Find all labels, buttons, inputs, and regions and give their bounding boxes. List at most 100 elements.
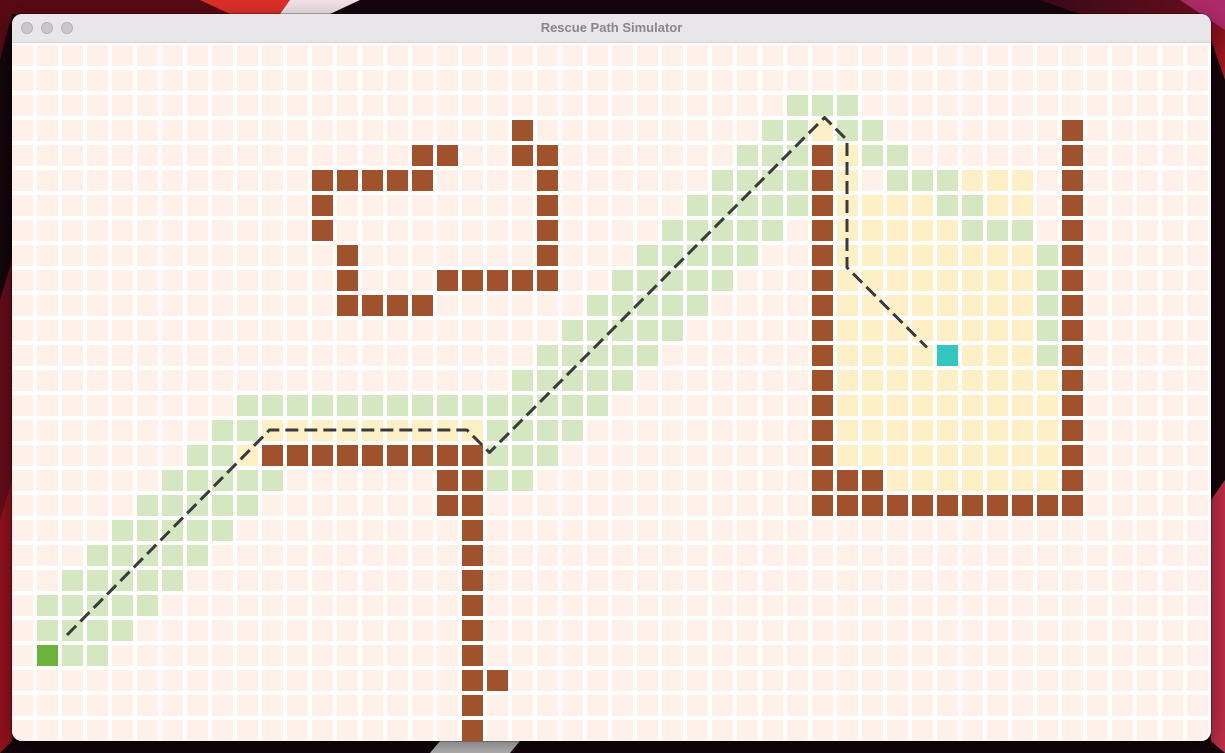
grid-cell[interactable]	[962, 720, 983, 741]
grid-cell[interactable]	[1137, 645, 1158, 666]
grid-cell[interactable]	[612, 445, 633, 466]
grid-cell[interactable]	[712, 620, 733, 641]
grid-cell[interactable]	[962, 595, 983, 616]
explored-cell[interactable]	[462, 395, 483, 416]
grid-cell[interactable]	[12, 95, 33, 116]
grid-cell[interactable]	[112, 145, 133, 166]
grid-cell[interactable]	[862, 695, 883, 716]
grid-cell[interactable]	[1187, 245, 1208, 266]
grid-cell[interactable]	[1087, 295, 1108, 316]
wall-cell[interactable]	[1062, 270, 1083, 291]
explored-cell[interactable]	[762, 120, 783, 141]
grid-cell[interactable]	[612, 170, 633, 191]
grid-cell[interactable]	[162, 420, 183, 441]
grid-cell[interactable]	[762, 620, 783, 641]
grid-cell[interactable]	[562, 470, 583, 491]
grid-cell[interactable]	[787, 370, 808, 391]
grid-cell[interactable]	[12, 670, 33, 691]
grid-cell[interactable]	[1187, 620, 1208, 641]
explored-cell[interactable]	[487, 445, 508, 466]
grid-cell[interactable]	[187, 620, 208, 641]
frontier-cell[interactable]	[937, 395, 958, 416]
grid-cell[interactable]	[637, 70, 658, 91]
wall-cell[interactable]	[312, 220, 333, 241]
grid-cell[interactable]	[687, 70, 708, 91]
grid-cell[interactable]	[687, 120, 708, 141]
grid-cell[interactable]	[1112, 495, 1133, 516]
grid-cell[interactable]	[387, 470, 408, 491]
grid-cell[interactable]	[387, 345, 408, 366]
frontier-cell[interactable]	[1037, 395, 1058, 416]
explored-cell[interactable]	[862, 120, 883, 141]
grid-cell[interactable]	[487, 195, 508, 216]
grid-cell[interactable]	[687, 595, 708, 616]
grid-cell[interactable]	[12, 520, 33, 541]
wall-cell[interactable]	[337, 170, 358, 191]
grid-cell[interactable]	[587, 95, 608, 116]
grid-cell[interactable]	[487, 120, 508, 141]
grid-cell[interactable]	[412, 370, 433, 391]
grid-cell[interactable]	[287, 120, 308, 141]
grid-cell[interactable]	[787, 470, 808, 491]
grid-cell[interactable]	[37, 570, 58, 591]
grid-cell[interactable]	[462, 95, 483, 116]
grid-cell[interactable]	[87, 270, 108, 291]
grid-cell[interactable]	[137, 720, 158, 741]
grid-cell[interactable]	[512, 220, 533, 241]
grid-cell[interactable]	[1112, 570, 1133, 591]
grid-cell[interactable]	[437, 645, 458, 666]
wall-cell[interactable]	[462, 470, 483, 491]
grid-cell[interactable]	[12, 545, 33, 566]
frontier-cell[interactable]	[837, 395, 858, 416]
grid-cell[interactable]	[1162, 445, 1183, 466]
grid-cell[interactable]	[137, 695, 158, 716]
grid-cell[interactable]	[937, 570, 958, 591]
grid-cell[interactable]	[12, 495, 33, 516]
wall-cell[interactable]	[1062, 120, 1083, 141]
grid-cell[interactable]	[12, 120, 33, 141]
grid-cell[interactable]	[537, 495, 558, 516]
grid-cell[interactable]	[687, 420, 708, 441]
grid-cell[interactable]	[112, 220, 133, 241]
grid-cell[interactable]	[312, 295, 333, 316]
grid-cell[interactable]	[912, 720, 933, 741]
explored-cell[interactable]	[662, 320, 683, 341]
grid-cell[interactable]	[612, 245, 633, 266]
grid-cell[interactable]	[1162, 220, 1183, 241]
grid-cell[interactable]	[37, 295, 58, 316]
grid-cell[interactable]	[687, 320, 708, 341]
grid-cell[interactable]	[862, 170, 883, 191]
frontier-cell[interactable]	[962, 470, 983, 491]
grid-cell[interactable]	[687, 145, 708, 166]
grid-cell[interactable]	[1137, 520, 1158, 541]
grid-cell[interactable]	[62, 120, 83, 141]
grid-cell[interactable]	[612, 420, 633, 441]
grid-cell[interactable]	[1012, 120, 1033, 141]
grid-cell[interactable]	[112, 295, 133, 316]
frontier-cell[interactable]	[887, 295, 908, 316]
grid-cell[interactable]	[487, 45, 508, 66]
grid-cell[interactable]	[162, 345, 183, 366]
wall-cell[interactable]	[1062, 195, 1083, 216]
grid-cell[interactable]	[237, 620, 258, 641]
grid-cell[interactable]	[62, 170, 83, 191]
grid-cell[interactable]	[312, 695, 333, 716]
explored-cell[interactable]	[137, 520, 158, 541]
wall-cell[interactable]	[837, 495, 858, 516]
grid-cell[interactable]	[1187, 570, 1208, 591]
grid-cell[interactable]	[662, 545, 683, 566]
grid-cell[interactable]	[337, 720, 358, 741]
grid-cell[interactable]	[187, 695, 208, 716]
frontier-cell[interactable]	[937, 470, 958, 491]
wall-cell[interactable]	[537, 195, 558, 216]
grid-cell[interactable]	[1137, 720, 1158, 741]
grid-cell[interactable]	[962, 620, 983, 641]
grid-cell[interactable]	[762, 545, 783, 566]
explored-cell[interactable]	[237, 420, 258, 441]
grid-cell[interactable]	[237, 320, 258, 341]
grid-cell[interactable]	[287, 70, 308, 91]
grid-cell[interactable]	[987, 120, 1008, 141]
grid-cell[interactable]	[62, 195, 83, 216]
explored-cell[interactable]	[537, 395, 558, 416]
frontier-cell[interactable]	[1012, 270, 1033, 291]
